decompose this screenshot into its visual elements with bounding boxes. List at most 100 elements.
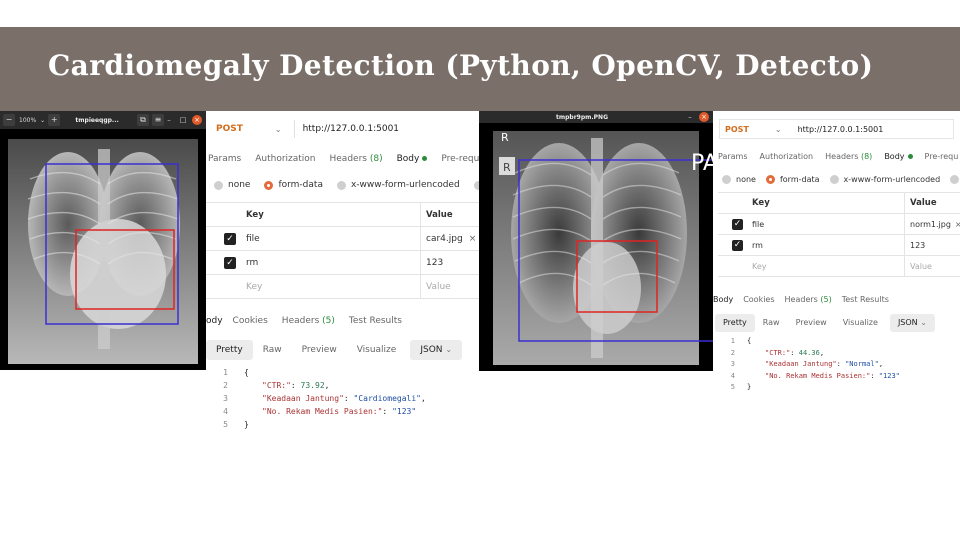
- menu-icon[interactable]: ≡: [152, 114, 164, 126]
- tab-headers-label: Headers: [329, 154, 367, 164]
- tab-cookies[interactable]: Cookies: [233, 316, 268, 326]
- viewer-title: tmpbr9pm.PNG: [555, 113, 608, 121]
- code-line: "Keadaan Jantung": "Cardiomegali",: [262, 394, 426, 403]
- chevron-down-icon[interactable]: ⌄: [775, 125, 782, 134]
- radio-label: none: [736, 174, 756, 184]
- tab-body[interactable]: Body: [397, 154, 428, 164]
- view-mode-bar: Pretty Raw Preview Visualize JSON ⌄: [206, 340, 480, 360]
- json-key: "Keadaan Jantung": [262, 394, 344, 403]
- tab-authorization[interactable]: Authorization: [760, 152, 814, 161]
- key-placeholder[interactable]: Key: [246, 282, 262, 292]
- chevron-down-icon[interactable]: ⌄: [275, 125, 282, 134]
- zoom-out-icon[interactable]: −: [3, 114, 15, 126]
- row-value[interactable]: car4.jpg ×: [420, 227, 480, 250]
- url-input[interactable]: http://127.0.0.1:5001: [303, 124, 399, 134]
- marker-r-boxed: R: [503, 161, 511, 174]
- tab-params[interactable]: Params: [718, 152, 748, 161]
- table-row-empty: Key Value: [718, 256, 960, 277]
- row-key[interactable]: rm: [246, 258, 258, 268]
- minimize-icon[interactable]: –: [685, 112, 695, 122]
- xray-image-right: R R PA: [479, 123, 713, 371]
- json-value: "123": [392, 407, 417, 416]
- row-checkbox[interactable]: ✓: [732, 239, 743, 251]
- remove-file-icon[interactable]: ×: [469, 234, 477, 244]
- radio-none[interactable]: none: [722, 174, 756, 184]
- json-key: "CTR:": [262, 381, 291, 390]
- tab-body[interactable]: Body: [884, 152, 913, 161]
- view-visualize[interactable]: Visualize: [835, 314, 886, 332]
- radio-label: x-www-form-urlencoded: [350, 180, 460, 190]
- radio-none[interactable]: none: [214, 180, 250, 190]
- viewer-title: tmpieeqgp...: [75, 116, 119, 124]
- close-icon[interactable]: ×: [192, 115, 202, 125]
- row-checkbox[interactable]: ✓: [224, 256, 236, 269]
- code-line: {: [244, 368, 249, 377]
- value-placeholder[interactable]: Value: [904, 256, 960, 276]
- view-preview[interactable]: Preview: [292, 340, 347, 360]
- minimize-icon[interactable]: –: [164, 115, 174, 125]
- key-placeholder[interactable]: Key: [752, 262, 767, 271]
- format-select[interactable]: JSON ⌄: [889, 314, 935, 332]
- file-name: norm1.jpg: [910, 219, 951, 229]
- tab-count: (5): [322, 316, 335, 326]
- close-icon[interactable]: ×: [699, 112, 709, 122]
- column-key: Key: [246, 209, 264, 220]
- maximize-icon[interactable]: □: [178, 115, 188, 125]
- radio-form-data[interactable]: form-data: [765, 174, 820, 184]
- row-key[interactable]: rm: [752, 241, 763, 250]
- row-key[interactable]: file: [752, 220, 764, 229]
- tab-headers[interactable]: Headers (8): [825, 152, 872, 161]
- code-line: "CTR:": 73.92,: [262, 381, 329, 390]
- line-number: 3: [223, 394, 228, 403]
- table-header-row: Key Value: [206, 203, 480, 227]
- row-checkbox[interactable]: ✓: [224, 232, 236, 245]
- radio-urlencoded[interactable]: x-www-form-urlencoded: [336, 180, 460, 190]
- method-select[interactable]: POST: [725, 125, 749, 134]
- value-placeholder[interactable]: Value: [420, 275, 480, 298]
- fullscreen-icon[interactable]: ⧉: [137, 114, 149, 126]
- line-number: 4: [730, 371, 735, 380]
- format-select[interactable]: JSON ⌄: [410, 340, 463, 360]
- right-postman-panel: POST ⌄ http://127.0.0.1:5001 Params Auth…: [713, 111, 960, 396]
- tab-pre-request[interactable]: Pre-requ: [441, 154, 479, 164]
- radio-selected-icon: [264, 180, 274, 190]
- row-key[interactable]: file: [246, 234, 260, 244]
- tab-pre-request[interactable]: Pre-requ: [925, 152, 959, 161]
- tab-response-headers[interactable]: Headers (5): [785, 295, 832, 304]
- row-value[interactable]: norm1.jpg ×: [904, 214, 960, 234]
- remove-file-icon[interactable]: ×: [955, 220, 960, 229]
- right-image-viewer: tmpbr9pm.PNG – × R R PA: [479, 111, 713, 371]
- row-value[interactable]: 123: [420, 251, 480, 274]
- radio-form-data[interactable]: form-data: [264, 180, 323, 190]
- radio-raw[interactable]: raw: [950, 174, 960, 184]
- view-raw[interactable]: Raw: [253, 340, 292, 360]
- chevron-down-icon[interactable]: ⌄: [40, 117, 45, 124]
- tab-params[interactable]: Params: [208, 154, 241, 164]
- tab-response-headers[interactable]: Headers (5): [282, 316, 335, 326]
- view-visualize[interactable]: Visualize: [347, 340, 407, 360]
- tab-test-results[interactable]: Test Results: [349, 316, 402, 326]
- view-pretty[interactable]: Pretty: [715, 314, 755, 332]
- tab-headers[interactable]: Headers (8): [330, 154, 383, 164]
- tab-response-body[interactable]: Body: [713, 295, 733, 304]
- url-input[interactable]: http://127.0.0.1:5001: [798, 125, 884, 134]
- zoom-level[interactable]: 100%: [19, 117, 36, 124]
- row-checkbox[interactable]: ✓: [732, 218, 743, 230]
- radio-urlencoded[interactable]: x-www-form-urlencoded: [829, 174, 940, 184]
- column-value: Value: [420, 203, 480, 226]
- tab-test-results[interactable]: Test Results: [842, 295, 889, 304]
- line-number: 5: [223, 420, 228, 429]
- view-pretty[interactable]: Pretty: [206, 340, 253, 360]
- body-mode-options: none form-data x-www-form-urlencoded raw: [722, 172, 960, 186]
- zoom-in-icon[interactable]: +: [48, 114, 61, 126]
- tab-authorization[interactable]: Authorization: [255, 154, 315, 164]
- view-raw[interactable]: Raw: [755, 314, 788, 332]
- row-value[interactable]: 123: [904, 235, 960, 255]
- tab-response-body[interactable]: ody: [206, 316, 223, 326]
- line-number: 1: [730, 337, 735, 345]
- view-preview[interactable]: Preview: [788, 314, 835, 332]
- tab-cookies[interactable]: Cookies: [743, 295, 774, 304]
- column-value: Value: [904, 193, 960, 213]
- method-select[interactable]: POST: [216, 124, 243, 134]
- form-data-table: Key Value ✓ file norm1.jpg × ✓ rm 123 Key…: [718, 192, 960, 277]
